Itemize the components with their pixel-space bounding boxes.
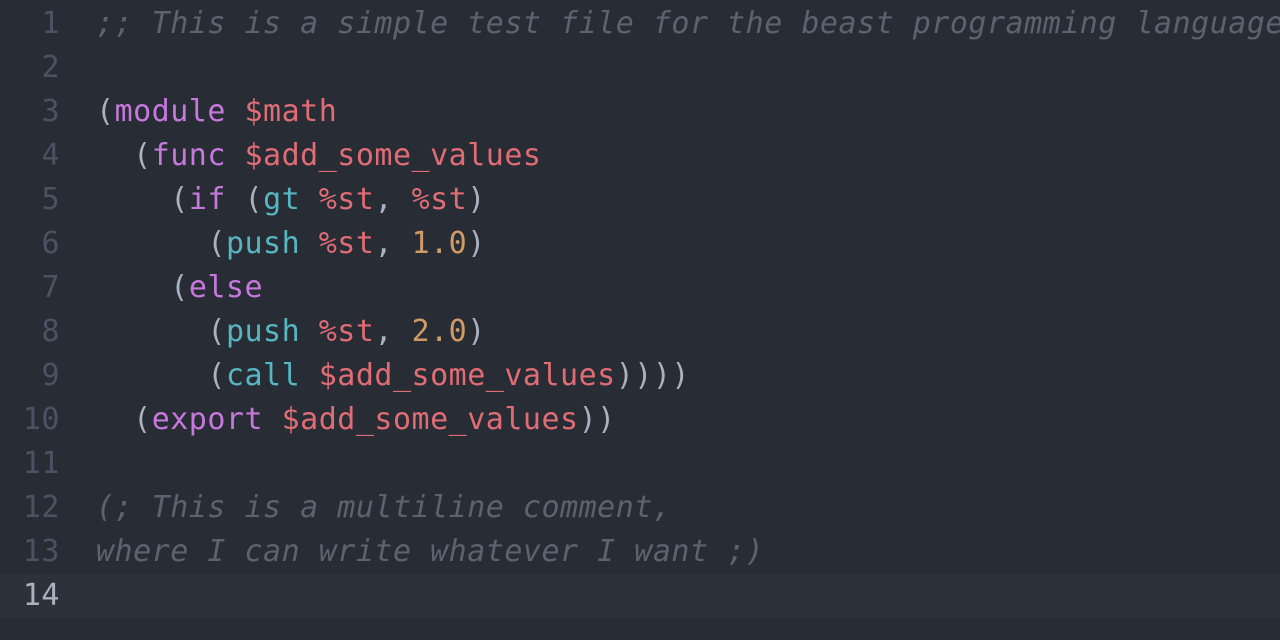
code-line[interactable]: 14 [0,574,1280,618]
token-keyword: func [151,138,226,173]
line-number: 8 [41,314,60,349]
line-code[interactable]: (if (gt %st, %st) [96,178,486,222]
token-punct: )) [578,402,616,437]
line-number: 13 [22,534,60,569]
token-punct: ( [96,226,226,261]
token-variable: %st [318,226,375,261]
token-punct [300,314,319,349]
line-code[interactable]: (call $add_some_values)))) [96,354,690,398]
code-line[interactable]: 11 [0,442,1280,486]
line-code[interactable]: (export $add_some_values)) [96,398,616,442]
line-number: 11 [22,446,60,481]
token-builtin: gt [263,182,301,217]
line-number: 14 [22,578,60,613]
code-line[interactable]: 9 (call $add_some_values)))) [0,354,1280,398]
line-number: 5 [41,182,60,217]
token-punct: ( [96,138,152,173]
token-punct: ( [96,402,152,437]
token-variable: %st [411,182,468,217]
token-comment: (; This is a multiline comment, [96,490,672,525]
code-line[interactable]: 8 (push %st, 2.0) [0,310,1280,354]
token-punct: ( [96,182,189,217]
code-line[interactable]: 5 (if (gt %st, %st) [0,178,1280,222]
token-comment: where I can write whatever I want ;) [96,534,765,569]
token-punct [226,138,245,173]
token-number: 2.0 [411,314,468,349]
token-builtin: push [225,226,301,261]
line-code[interactable]: (push %st, 1.0) [96,222,486,266]
line-code[interactable]: (else [96,266,263,310]
token-punct: , [374,314,412,349]
token-punct: ( [96,94,115,129]
token-variable: %st [318,182,375,217]
token-variable: $add_some_values [318,358,616,393]
line-number: 12 [22,490,60,525]
token-punct: )))) [615,358,690,393]
token-punct: , [374,182,412,217]
token-keyword: else [188,270,264,305]
code-line[interactable]: 3 (module $math [0,90,1280,134]
code-line[interactable]: 2 [0,46,1280,90]
line-number: 7 [41,270,60,305]
token-keyword: export [151,402,264,437]
token-variable: %st [318,314,375,349]
token-punct: ) [467,182,486,217]
token-variable: $add_some_values [281,402,579,437]
token-punct: ( [96,270,189,305]
line-number: 2 [41,50,60,85]
token-punct: ) [467,226,486,261]
token-builtin: push [225,314,301,349]
token-punct: ( [225,182,264,217]
token-punct: , [374,226,412,261]
token-keyword: module [114,94,226,129]
code-line[interactable]: 4 (func $add_some_values [0,134,1280,178]
code-line[interactable]: 7 (else [0,266,1280,310]
token-punct: ( [96,314,226,349]
token-punct: ) [467,314,486,349]
code-line[interactable]: 12 (; This is a multiline comment, [0,486,1280,530]
token-punct [226,94,245,129]
line-number: 10 [22,402,60,437]
token-comment: ;; This is a simple test file for the be… [96,6,1280,41]
token-punct [300,182,319,217]
line-code[interactable]: where I can write whatever I want ;) [96,530,764,574]
token-variable: $math [244,94,338,129]
line-number: 6 [41,226,60,261]
line-code[interactable]: (module $math [96,90,337,134]
line-number: 4 [41,138,60,173]
token-builtin: call [225,358,301,393]
token-punct [263,402,282,437]
token-punct [300,226,319,261]
line-code[interactable]: ;; This is a simple test file for the be… [96,2,1280,46]
line-code[interactable]: (; This is a multiline comment, [96,486,671,530]
token-punct [300,358,319,393]
code-line[interactable]: 6 (push %st, 1.0) [0,222,1280,266]
line-number: 9 [41,358,60,393]
code-line[interactable]: 1 ;; This is a simple test file for the b… [0,2,1280,46]
line-number: 1 [41,6,60,41]
token-number: 1.0 [411,226,468,261]
token-variable: $add_some_values [244,138,542,173]
line-code[interactable]: (push %st, 2.0) [96,310,486,354]
token-punct: ( [96,358,226,393]
code-line[interactable]: 13 where I can write whatever I want ;) [0,530,1280,574]
line-code[interactable]: (func $add_some_values [96,134,541,178]
code-line[interactable]: 10 (export $add_some_values)) [0,398,1280,442]
code-editor[interactable]: 1 ;; This is a simple test file for the b… [0,0,1280,640]
token-keyword: if [188,182,226,217]
line-number: 3 [41,94,60,129]
